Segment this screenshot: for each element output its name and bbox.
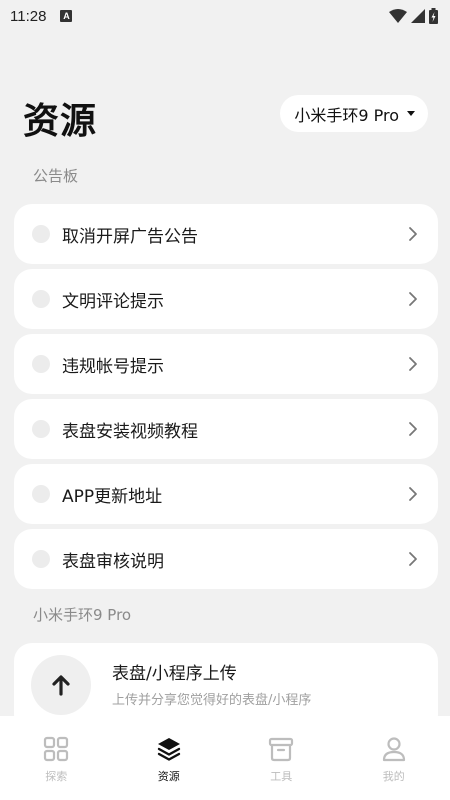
- notice-item[interactable]: 违规帐号提示: [14, 334, 438, 394]
- notice-label: 违规帐号提示: [62, 356, 164, 377]
- device-selector-label: 小米手环9 Pro: [294, 105, 399, 125]
- chevron-right-icon: [409, 227, 417, 241]
- nav-explore[interactable]: 探索: [0, 716, 113, 800]
- archive-box-icon: [269, 737, 294, 762]
- notice-label: 表盘安装视频教程: [62, 421, 198, 442]
- nav-label: 探索: [45, 770, 68, 783]
- page-title: 资源: [23, 101, 98, 142]
- notice-item[interactable]: APP更新地址: [14, 464, 438, 524]
- device-selector[interactable]: 小米手环9 Pro: [280, 95, 428, 132]
- nav-label: 资源: [157, 770, 180, 783]
- unread-dot-icon: [32, 225, 50, 243]
- upload-title: 表盘/小程序上传: [112, 664, 237, 684]
- arrow-up-icon: [52, 675, 70, 696]
- upload-button[interactable]: [31, 655, 91, 715]
- status-bar: 11:28 A: [0, 0, 450, 32]
- unread-dot-icon: [32, 355, 50, 373]
- unread-dot-icon: [32, 290, 50, 308]
- unread-dot-icon: [32, 550, 50, 568]
- notice-label: 取消开屏广告公告: [62, 226, 198, 247]
- device-section-label: 小米手环9 Pro: [33, 606, 132, 624]
- notice-board-label: 公告板: [33, 167, 79, 185]
- unread-dot-icon: [32, 485, 50, 503]
- chevron-right-icon: [409, 487, 417, 501]
- notice-label: 文明评论提示: [62, 291, 164, 312]
- battery-icon: [429, 8, 438, 24]
- chevron-right-icon: [409, 552, 417, 566]
- notice-list: 取消开屏广告公告 文明评论提示 违规帐号提示 表盘安装视频教程 APP更新地址 …: [14, 204, 438, 594]
- nav-resources[interactable]: 资源: [113, 716, 226, 800]
- nav-label: 工具: [270, 770, 293, 783]
- unread-dot-icon: [32, 420, 50, 438]
- layers-icon: [157, 738, 180, 761]
- notice-item[interactable]: 表盘安装视频教程: [14, 399, 438, 459]
- person-icon: [382, 737, 405, 762]
- status-time: 11:28: [10, 7, 47, 25]
- notification-app-icon: A: [60, 10, 73, 22]
- chevron-right-icon: [409, 422, 417, 436]
- grid-icon: [44, 736, 69, 762]
- notice-item[interactable]: 文明评论提示: [14, 269, 438, 329]
- notice-item[interactable]: 表盘审核说明: [14, 529, 438, 589]
- chevron-right-icon: [409, 357, 417, 371]
- status-icons: [389, 8, 438, 24]
- nav-tools[interactable]: 工具: [225, 716, 338, 800]
- notice-label: APP更新地址: [62, 486, 163, 507]
- nav-profile[interactable]: 我的: [338, 716, 450, 800]
- wifi-icon: [389, 9, 407, 23]
- notice-label: 表盘审核说明: [62, 551, 164, 572]
- bottom-nav: 探索 资源 工具 我的: [0, 716, 450, 800]
- signal-icon: [411, 9, 425, 23]
- notice-item[interactable]: 取消开屏广告公告: [14, 204, 438, 264]
- chevron-right-icon: [409, 292, 417, 306]
- nav-label: 我的: [382, 770, 405, 783]
- upload-subtitle: 上传并分享您觉得好的表盘/小程序: [112, 693, 312, 708]
- caret-down-icon: [407, 111, 415, 116]
